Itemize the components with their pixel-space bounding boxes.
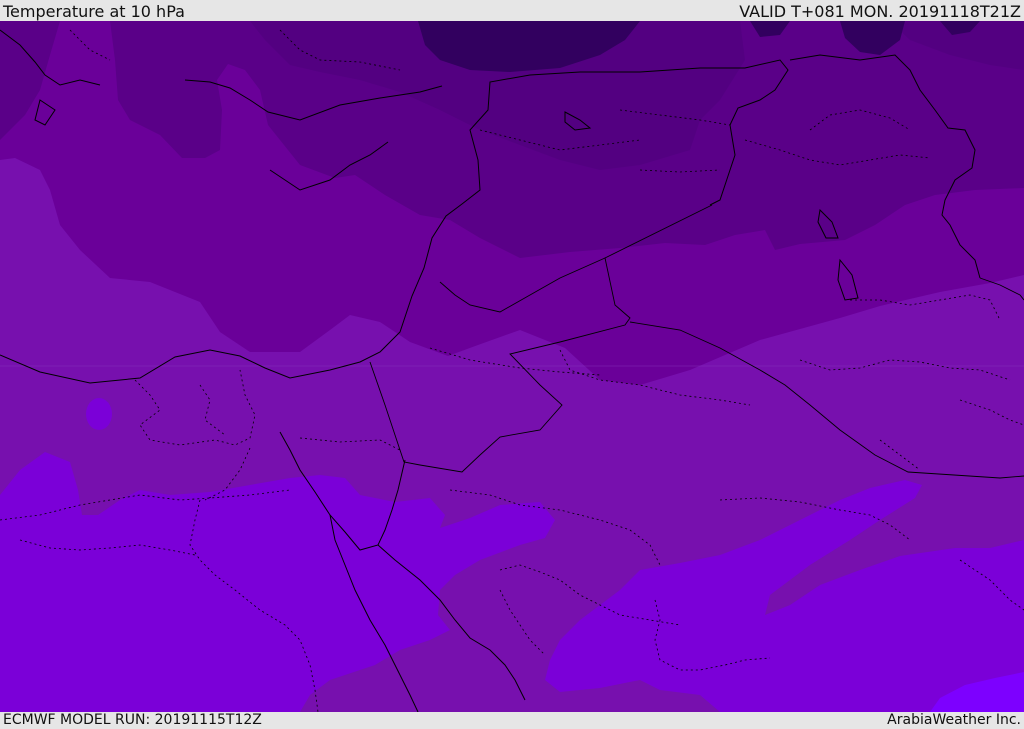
map-title: Temperature at 10 hPa (3, 2, 185, 21)
header-bar: Temperature at 10 hPa VALID T+081 MON. 2… (0, 0, 1024, 21)
contour-blob (86, 398, 112, 430)
model-run-label: ECMWF MODEL RUN: 20191115T12Z (3, 712, 262, 728)
credit-label: ArabiaWeather Inc. (887, 712, 1021, 728)
temperature-map[interactable] (0, 21, 1024, 712)
valid-time: VALID T+081 MON. 20191118T21Z (739, 2, 1021, 21)
footer-bar: ECMWF MODEL RUN: 20191115T12Z ArabiaWeat… (0, 712, 1024, 729)
map-canvas (0, 21, 1024, 712)
